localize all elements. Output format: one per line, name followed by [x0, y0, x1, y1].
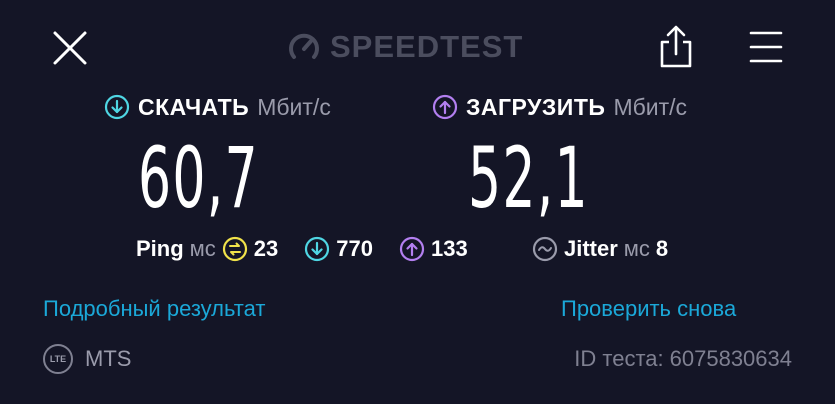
ping-upload-icon	[399, 236, 425, 262]
upload-label: ЗАГРУЗИТЬ	[466, 93, 606, 120]
test-id: ID теста: 6075830634	[574, 346, 792, 372]
download-arrow-icon	[104, 94, 130, 120]
ping-label: Ping	[136, 236, 184, 261]
test-id-label: ID теста:	[574, 346, 664, 371]
ping-stats: Ping мс 23 770 133	[136, 233, 468, 265]
jitter-label: Jitter	[564, 236, 618, 261]
ping-unit: мс	[189, 236, 216, 261]
gauge-icon	[289, 33, 319, 59]
ping-idle-icon	[222, 236, 247, 262]
ping-download-value: 770	[336, 236, 373, 261]
upload-arrow-icon	[432, 94, 458, 120]
upload-speed-value: 52,1	[468, 129, 589, 227]
provider-name: MTS	[85, 346, 132, 371]
download-speed-value: 60,7	[138, 129, 259, 227]
share-icon	[660, 25, 692, 68]
ping-upload-value: 133	[431, 236, 468, 261]
jitter-icon	[532, 236, 558, 262]
lte-network-icon: LTE	[43, 344, 73, 374]
provider-info: LTE MTS	[43, 344, 131, 374]
download-label: СКАЧАТЬ	[138, 93, 250, 120]
ping-idle-value: 23	[253, 236, 279, 261]
menu-button[interactable]	[746, 28, 786, 66]
close-button[interactable]	[50, 28, 90, 68]
brand-name: SPEEDTEST	[330, 29, 524, 64]
speedtest-logo: SPEEDTEST	[286, 26, 523, 68]
test-again-link[interactable]: Проверить снова	[561, 296, 736, 322]
download-unit: Мбит/с	[257, 93, 331, 120]
jitter-unit: мс	[623, 236, 650, 261]
menu-icon	[749, 31, 783, 63]
jitter-value: 8	[655, 236, 669, 261]
share-button[interactable]	[656, 24, 696, 70]
close-icon	[53, 31, 87, 65]
upload-unit: Мбит/с	[613, 93, 688, 120]
upload-header: ЗАГРУЗИТЬ Мбит/с	[432, 91, 687, 123]
detailed-result-link[interactable]: Подробный результат	[43, 296, 265, 322]
ping-download-icon	[305, 236, 330, 262]
download-header: СКАЧАТЬ Мбит/с	[104, 91, 331, 123]
jitter-stats: Jitter мс 8	[532, 233, 668, 265]
test-id-value: 6075830634	[669, 346, 792, 371]
